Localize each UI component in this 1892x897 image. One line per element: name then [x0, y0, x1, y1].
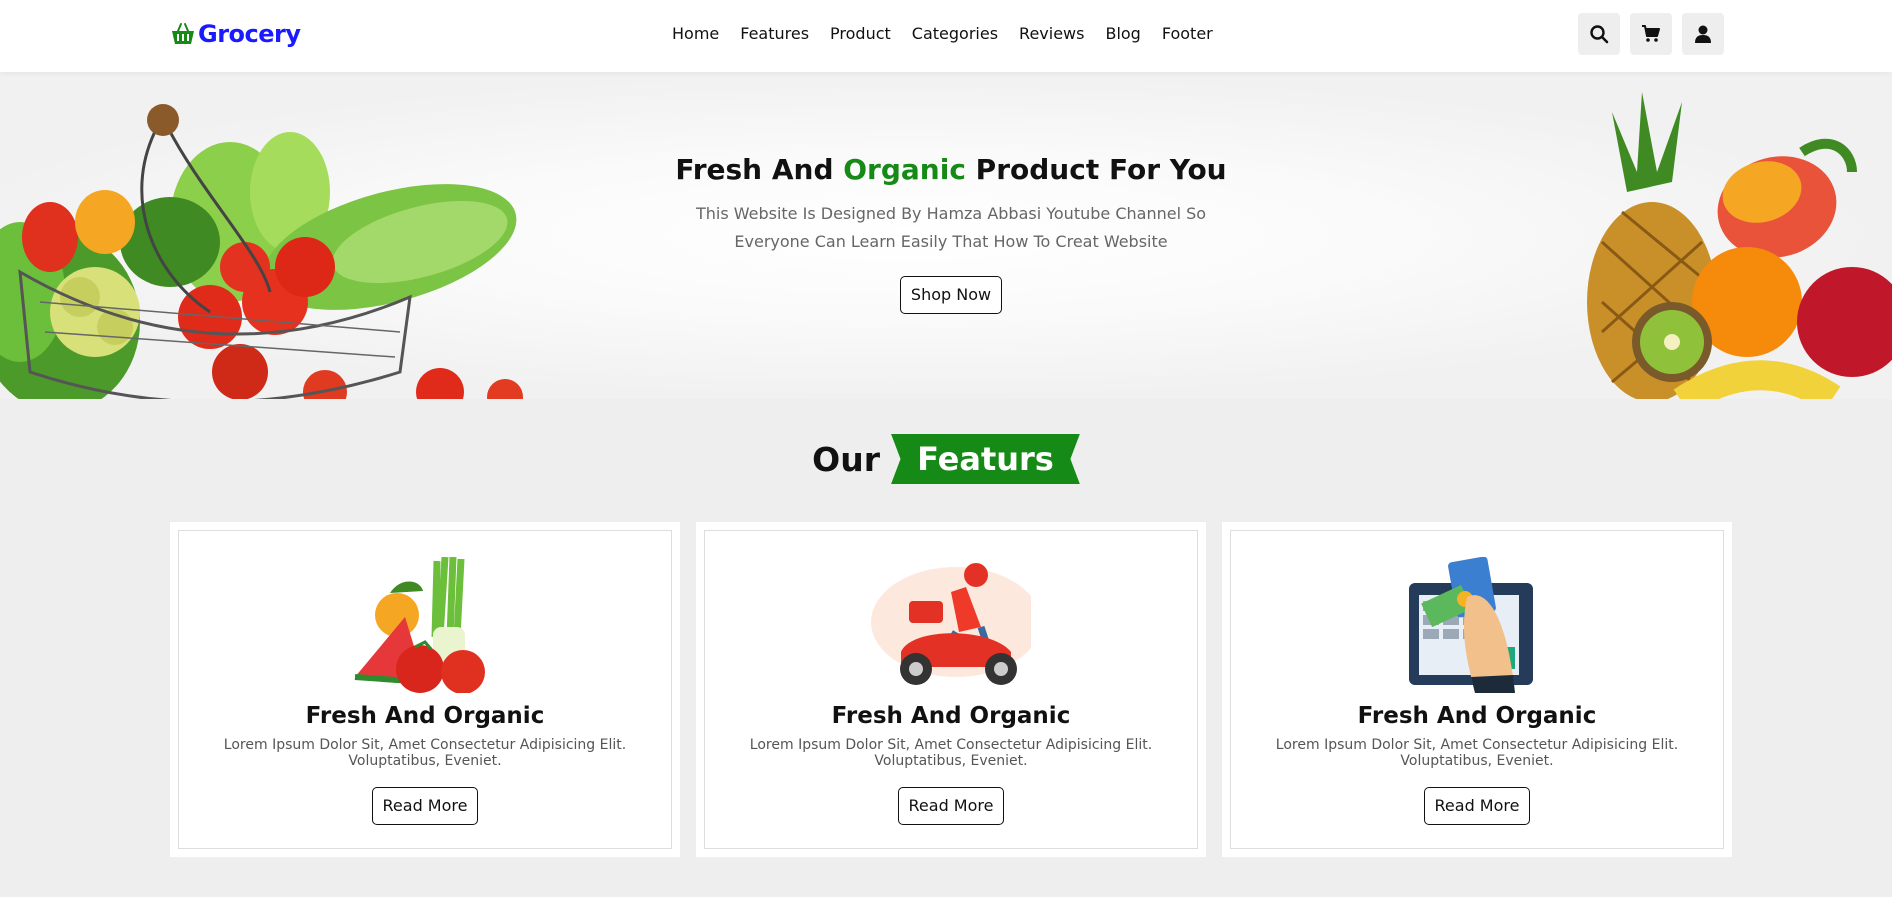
- user-icon: [1695, 25, 1711, 43]
- feature-card: Fresh And Organic Lorem Ipsum Dolor Sit,…: [696, 522, 1206, 857]
- nav-footer[interactable]: Footer: [1162, 22, 1213, 46]
- user-button[interactable]: [1682, 13, 1724, 55]
- card-payment-illustration: [1409, 557, 1533, 693]
- feature-cards: Fresh And Organic Lorem Ipsum Dolor Sit,…: [170, 522, 1732, 857]
- nav-product[interactable]: Product: [830, 22, 891, 46]
- hero-title-accent: Organic: [843, 153, 966, 186]
- read-more-button[interactable]: Read More: [1423, 787, 1531, 825]
- brand-logo[interactable]: Grocery: [170, 17, 301, 51]
- nav-reviews[interactable]: Reviews: [1019, 22, 1084, 46]
- nav-home[interactable]: Home: [672, 22, 719, 46]
- search-button[interactable]: [1578, 13, 1620, 55]
- vegetables-illustration: [354, 557, 485, 693]
- read-more-button[interactable]: Read More: [371, 787, 479, 825]
- fruit-pile-image: [1587, 92, 1892, 399]
- site-header: Grocery Home Features Product Categories…: [0, 0, 1892, 72]
- features-heading-plain: Our: [812, 439, 880, 479]
- feature-card-text: Lorem Ipsum Dolor Sit, Amet Consectetur …: [223, 737, 627, 769]
- brand-name: Grocery: [198, 20, 301, 48]
- main-nav: Home Features Product Categories Reviews…: [672, 22, 1213, 46]
- hero-content: Fresh And Organic Product For You This W…: [651, 72, 1251, 314]
- hero-title-end: Product For You: [965, 153, 1227, 186]
- basket-icon: [172, 23, 194, 44]
- delivery-scooter-illustration: [871, 563, 1031, 685]
- feature-card-title: Fresh And Organic: [305, 703, 545, 729]
- cart-button[interactable]: [1630, 13, 1672, 55]
- features-heading: Our Featurs: [0, 434, 1892, 492]
- feature-card-text: Lorem Ipsum Dolor Sit, Amet Consectetur …: [749, 737, 1153, 769]
- read-more-button[interactable]: Read More: [897, 787, 1005, 825]
- cart-icon: [1642, 25, 1660, 42]
- hero-section: Fresh And Organic Product For You This W…: [0, 72, 1892, 399]
- feature-card-title: Fresh And Organic: [1357, 703, 1597, 729]
- nav-features[interactable]: Features: [740, 22, 809, 46]
- hero-title-start: Fresh And: [675, 153, 844, 186]
- shop-now-button[interactable]: Shop Now: [899, 276, 1003, 314]
- header-icons: [1578, 13, 1724, 55]
- hero-description: This Website Is Designed By Hamza Abbasi…: [695, 204, 1207, 251]
- feature-card: Fresh And Organic Lorem Ipsum Dolor Sit,…: [1222, 522, 1732, 857]
- feature-card-inner: Fresh And Organic Lorem Ipsum Dolor Sit,…: [1230, 530, 1724, 849]
- vegetable-basket-image: [0, 104, 523, 399]
- features-heading-tag: Featurs: [891, 434, 1080, 484]
- search-icon: [1590, 25, 1609, 44]
- feature-card-title: Fresh And Organic: [831, 703, 1071, 729]
- feature-card-inner: Fresh And Organic Lorem Ipsum Dolor Sit,…: [178, 530, 672, 849]
- feature-card-inner: Fresh And Organic Lorem Ipsum Dolor Sit,…: [704, 530, 1198, 849]
- nav-blog[interactable]: Blog: [1105, 22, 1140, 46]
- hero-title: Fresh And Organic Product For You: [651, 150, 1251, 190]
- feature-card: Fresh And Organic Lorem Ipsum Dolor Sit,…: [170, 522, 680, 857]
- feature-card-text: Lorem Ipsum Dolor Sit, Amet Consectetur …: [1275, 737, 1679, 769]
- nav-categories[interactable]: Categories: [912, 22, 998, 46]
